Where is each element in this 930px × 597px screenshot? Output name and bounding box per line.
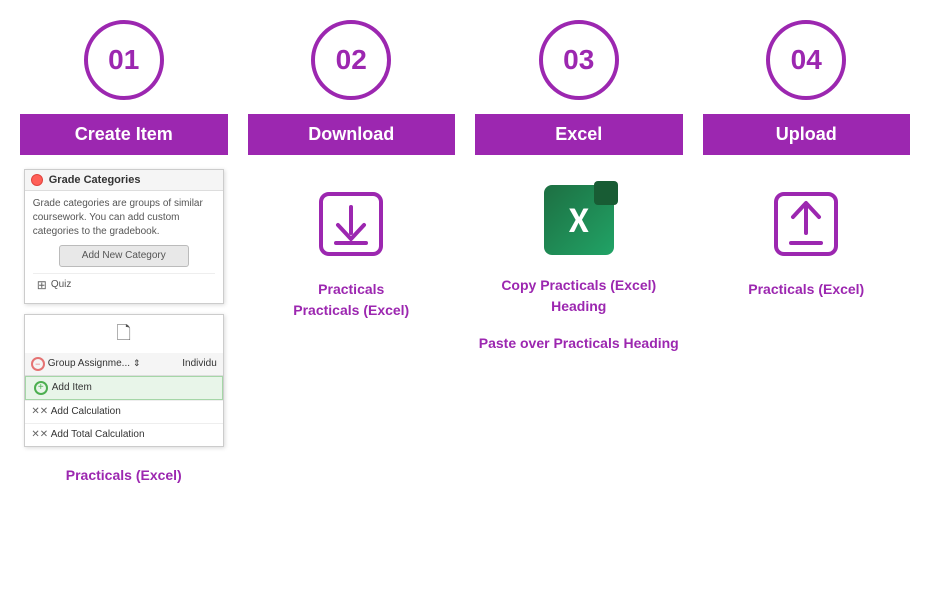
upload-desc-text: Practicals (Excel): [748, 281, 864, 297]
upload-icon-wrap: [771, 189, 841, 259]
add-item-plus-icon: +: [34, 381, 48, 395]
step-circle-3: 03: [539, 20, 619, 100]
add-item-row[interactable]: + Add Item: [25, 376, 223, 400]
excel-icon: X: [544, 185, 614, 255]
upload-desc: Practicals (Excel): [748, 279, 864, 300]
step-number-3: 03: [563, 44, 594, 76]
add-new-category-button[interactable]: Add New Category: [59, 245, 189, 267]
circle-minus-icon: −: [31, 357, 45, 371]
excel-icon-wrap: X: [544, 185, 614, 255]
download-icon: [316, 189, 386, 259]
individu-label: Individu: [182, 358, 216, 369]
step-circle-2: 02: [311, 20, 391, 100]
document-icon: 🗋: [25, 315, 223, 353]
sort-icon: ⇕: [133, 358, 141, 369]
excel-desc1: Copy Practicals (Excel) Heading: [475, 275, 683, 317]
step-number-1: 01: [108, 44, 139, 76]
copy-practicals-text: Copy Practicals (Excel) Heading: [501, 277, 656, 314]
add-total-calculation-label: Add Total Calculation: [51, 429, 145, 440]
mockup-title-bar-1: Grade Categories: [25, 170, 223, 191]
mockup-body-1: Grade categories are groups of similar c…: [25, 191, 223, 303]
add-total-icon: ✕✕: [33, 428, 47, 442]
mockup-title-1: Grade Categories: [49, 174, 141, 186]
step-number-4: 04: [791, 44, 822, 76]
column-4: 04 Upload Practicals (Excel): [693, 20, 921, 483]
excel-desc2: Paste over Practicals Heading: [479, 333, 679, 354]
column-2: 02 Download PracticalsPracticals (Excel): [238, 20, 466, 483]
grid-icon: ⊞: [37, 277, 47, 294]
add-calculation-row[interactable]: ✕✕ Add Calculation: [25, 400, 223, 423]
main-container: 01 Create Item Grade Categories Grade ca…: [0, 0, 930, 503]
download-desc: PracticalsPracticals (Excel): [293, 279, 409, 321]
step-header-1: Create Item: [20, 114, 228, 155]
column-3: 03 Excel X Copy Practicals (Excel) Headi…: [465, 20, 693, 483]
close-icon[interactable]: [31, 174, 43, 186]
step-circle-1: 01: [84, 20, 164, 100]
excel-x-letter: X: [569, 198, 589, 242]
column-1: 01 Create Item Grade Categories Grade ca…: [10, 20, 238, 483]
quiz-label: Quiz: [51, 278, 72, 292]
step-header-4: Upload: [703, 114, 911, 155]
step-circle-4: 04: [766, 20, 846, 100]
quiz-row: ⊞ Quiz: [33, 273, 215, 297]
download-desc-text: PracticalsPracticals (Excel): [293, 281, 409, 318]
group-assignment-mockup: 🗋 − Group Assignme... ⇕ Individu + Add I…: [24, 314, 224, 447]
step-number-2: 02: [336, 44, 367, 76]
grade-categories-mockup: Grade Categories Grade categories are gr…: [24, 169, 224, 304]
col1-bottom-text: Practicals (Excel): [66, 467, 182, 483]
paste-over-text: Paste over Practicals Heading: [479, 335, 679, 351]
step-header-2: Download: [248, 114, 456, 155]
upload-icon: [771, 189, 841, 259]
download-icon-wrap: [316, 189, 386, 259]
grade-categories-desc: Grade categories are groups of similar c…: [33, 197, 215, 239]
step-header-3: Excel: [475, 114, 683, 155]
add-calculation-label: Add Calculation: [51, 406, 121, 417]
add-item-label: Add Item: [52, 382, 92, 393]
add-calc-icon: ✕✕: [33, 405, 47, 419]
group-assign-label: Group Assignme...: [48, 358, 130, 369]
add-total-calculation-row[interactable]: ✕✕ Add Total Calculation: [25, 423, 223, 446]
mockup-header-2: − Group Assignme... ⇕ Individu: [25, 353, 223, 376]
